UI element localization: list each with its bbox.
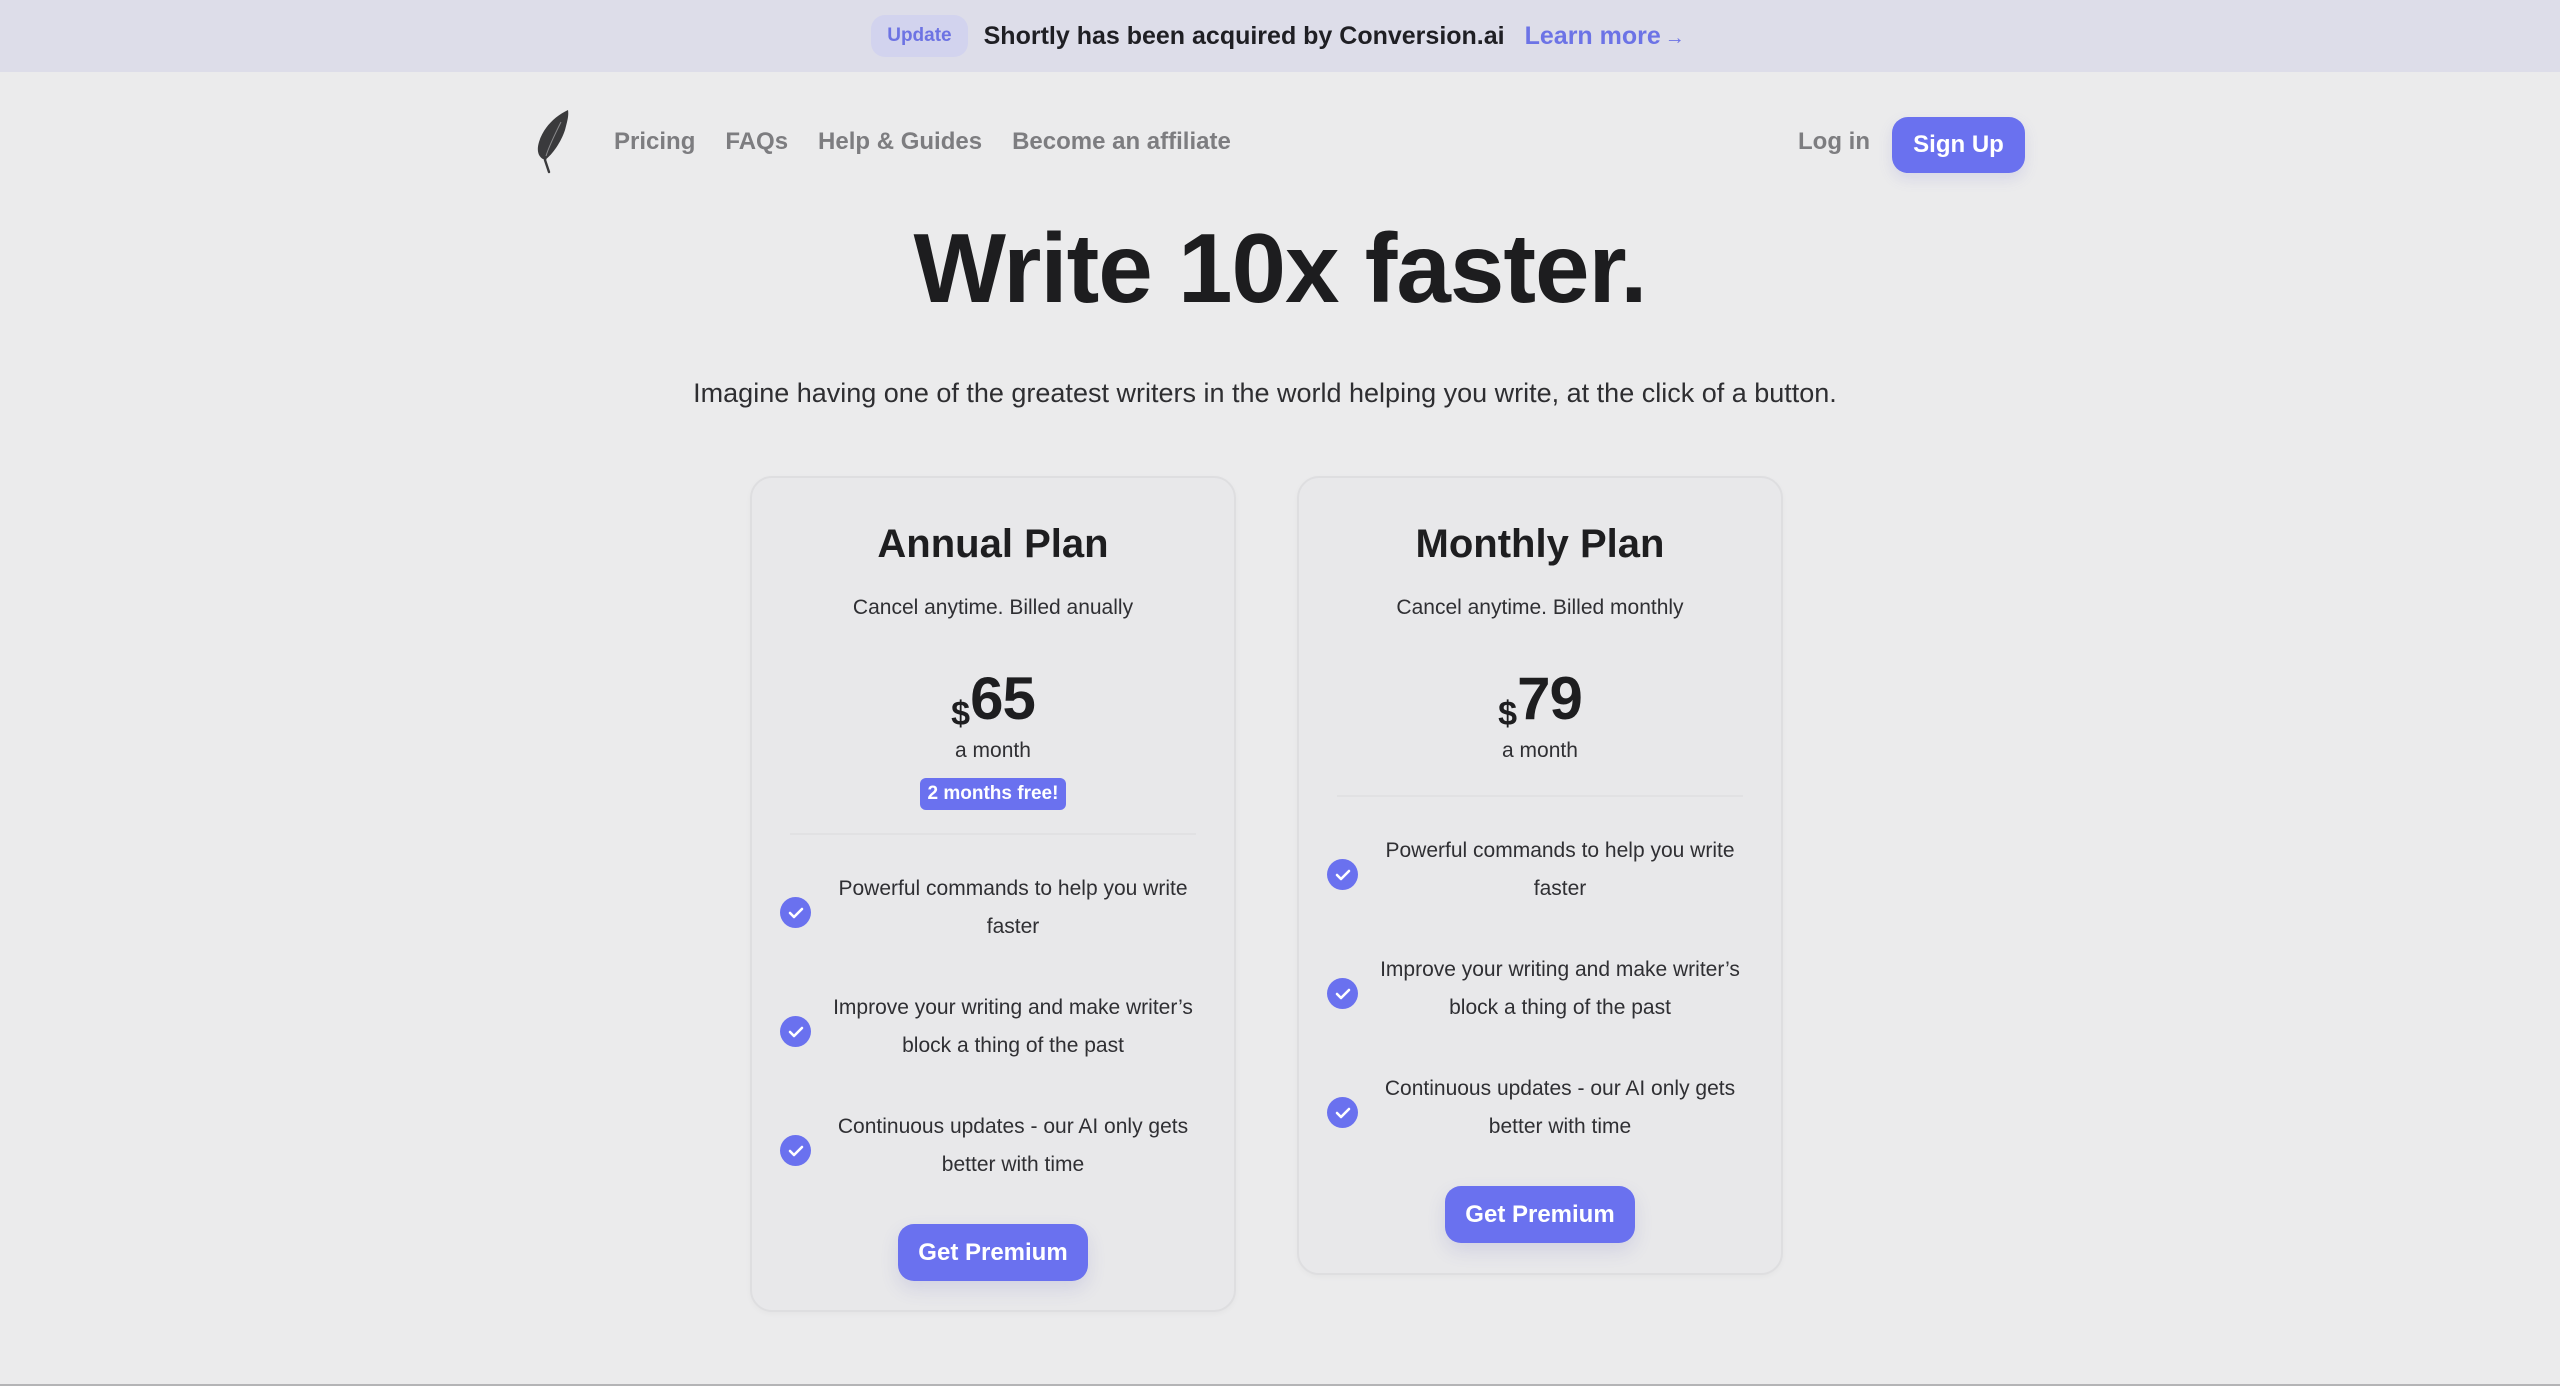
feature-text: Continuous updates - our AI only gets be…	[837, 1115, 1189, 1176]
update-badge: Update	[871, 15, 968, 57]
announcement-banner: Update Shortly has been acquired by Conv…	[0, 0, 2560, 72]
feather-icon	[537, 110, 569, 174]
learn-more-link[interactable]: Learn more →	[1525, 22, 1685, 51]
annual-plan-card: Annual Plan Cancel anytime. Billed anual…	[750, 476, 1236, 1312]
price-period: a month	[1502, 739, 1578, 762]
feature-item: Continuous updates - our AI only gets be…	[752, 1108, 1234, 1227]
feature-text: Powerful commands to help you write fast…	[838, 877, 1188, 938]
plan-billing: Cancel anytime. Billed monthly	[1396, 596, 1684, 619]
plan-title: Monthly Plan	[1415, 522, 1665, 566]
feature-text: Improve your writing and make writer’s b…	[1380, 958, 1740, 1019]
cta-wrap: Get Premium	[1299, 1186, 1781, 1243]
price-period: a month	[955, 739, 1031, 762]
promo-badge: 2 months free!	[919, 778, 1067, 810]
price-amount: 79	[1517, 665, 1583, 732]
plan-price: $79	[1299, 664, 1781, 734]
currency-symbol: $	[1498, 695, 1518, 733]
feature-list: Powerful commands to help you write fast…	[752, 870, 1234, 1227]
signup-button[interactable]: Sign Up	[1892, 117, 2025, 173]
feature-list: Powerful commands to help you write fast…	[1299, 832, 1781, 1189]
feature-item: Powerful commands to help you write fast…	[1299, 832, 1781, 951]
learn-more-label: Learn more	[1524, 21, 1661, 50]
divider	[790, 833, 1196, 835]
get-premium-monthly-button[interactable]: Get Premium	[1445, 1186, 1635, 1243]
nav-link-help-guides[interactable]: Help & Guides	[818, 128, 982, 156]
nav-links: Pricing FAQs Help & Guides Become an aff…	[614, 128, 1231, 156]
check-circle-icon	[780, 897, 811, 928]
feature-text: Improve your writing and make writer’s b…	[833, 996, 1193, 1057]
nav-link-faqs[interactable]: FAQs	[725, 128, 788, 156]
nav-link-affiliate[interactable]: Become an affiliate	[1012, 128, 1231, 156]
feature-item: Continuous updates - our AI only gets be…	[1299, 1070, 1781, 1189]
announcement-content: Update Shortly has been acquired by Conv…	[871, 15, 1685, 57]
plan-price: $65	[752, 664, 1234, 734]
promo-wrap: 2 months free!	[752, 778, 1234, 810]
plan-title: Annual Plan	[877, 522, 1109, 566]
feature-text: Continuous updates - our AI only gets be…	[1384, 1077, 1736, 1138]
check-circle-icon	[1327, 859, 1358, 890]
currency-symbol: $	[951, 695, 971, 733]
check-circle-icon	[780, 1016, 811, 1047]
logo-link[interactable]	[533, 108, 573, 174]
feature-item: Improve your writing and make writer’s b…	[752, 989, 1234, 1108]
check-circle-icon	[780, 1135, 811, 1166]
announcement-text: Shortly has been acquired by Conversion.…	[983, 21, 1505, 50]
divider	[1337, 795, 1743, 797]
cta-wrap: Get Premium	[752, 1224, 1234, 1281]
feature-text: Powerful commands to help you write fast…	[1385, 839, 1735, 900]
feature-item: Improve your writing and make writer’s b…	[1299, 951, 1781, 1070]
plan-billing: Cancel anytime. Billed anually	[852, 596, 1134, 619]
get-premium-annual-button[interactable]: Get Premium	[898, 1224, 1088, 1281]
top-nav: Pricing FAQs Help & Guides Become an aff…	[0, 100, 2560, 190]
check-circle-icon	[1327, 1097, 1358, 1128]
price-amount: 65	[970, 665, 1036, 732]
nav-link-pricing[interactable]: Pricing	[614, 128, 695, 156]
login-link[interactable]: Log in	[1798, 128, 1870, 156]
feature-item: Powerful commands to help you write fast…	[752, 870, 1234, 989]
hero-title: Write 10x faster.	[913, 213, 1648, 323]
check-circle-icon	[1327, 978, 1358, 1009]
hero-subtitle: Imagine having one of the greatest write…	[693, 378, 1837, 408]
monthly-plan-card: Monthly Plan Cancel anytime. Billed mont…	[1297, 476, 1783, 1275]
arrow-right-icon: →	[1664, 26, 1685, 49]
